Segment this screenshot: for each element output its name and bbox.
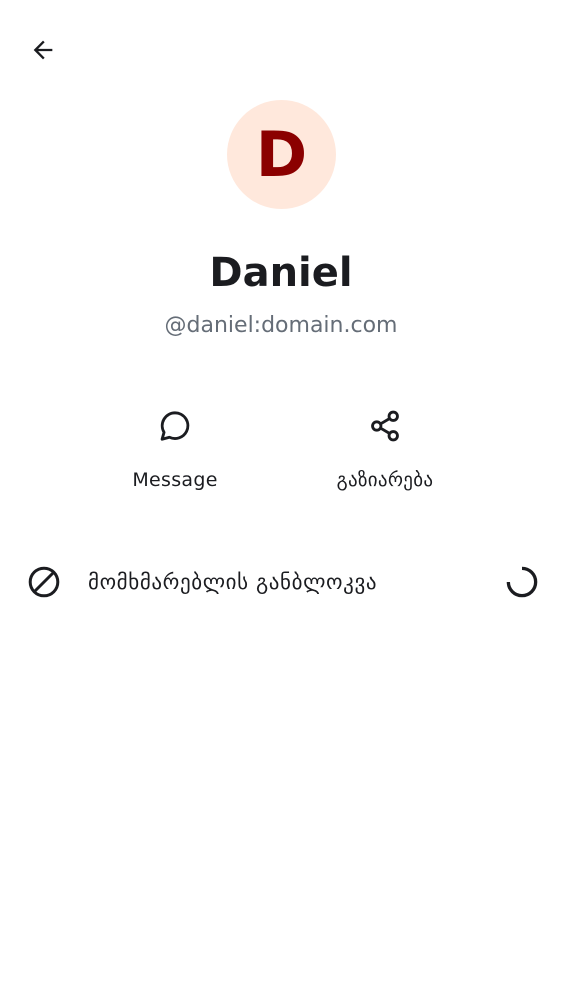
loading-spinner-icon: [502, 562, 542, 602]
user-id: @daniel:domain.com: [164, 313, 398, 338]
display-name: Daniel: [209, 250, 353, 296]
back-button[interactable]: [19, 26, 67, 74]
unblock-user-item[interactable]: მომხმარებლის განბლოკვა: [0, 550, 562, 614]
arrow-left-icon: [33, 40, 53, 60]
block-icon: [24, 562, 64, 602]
share-icon: [365, 406, 405, 446]
share-label: გაზიარება: [336, 469, 434, 491]
user-profile-screen: D Daniel @daniel:domain.com Message გაზი…: [0, 0, 562, 1000]
chat-bubble-icon: [155, 406, 195, 446]
share-button[interactable]: გაზიარება: [295, 396, 475, 506]
avatar-initial: D: [255, 117, 308, 191]
message-label: Message: [132, 469, 218, 491]
unblock-user-label: მომხმარებლის განბლოკვა: [88, 570, 378, 594]
message-button[interactable]: Message: [85, 396, 265, 506]
avatar: D: [227, 100, 336, 209]
